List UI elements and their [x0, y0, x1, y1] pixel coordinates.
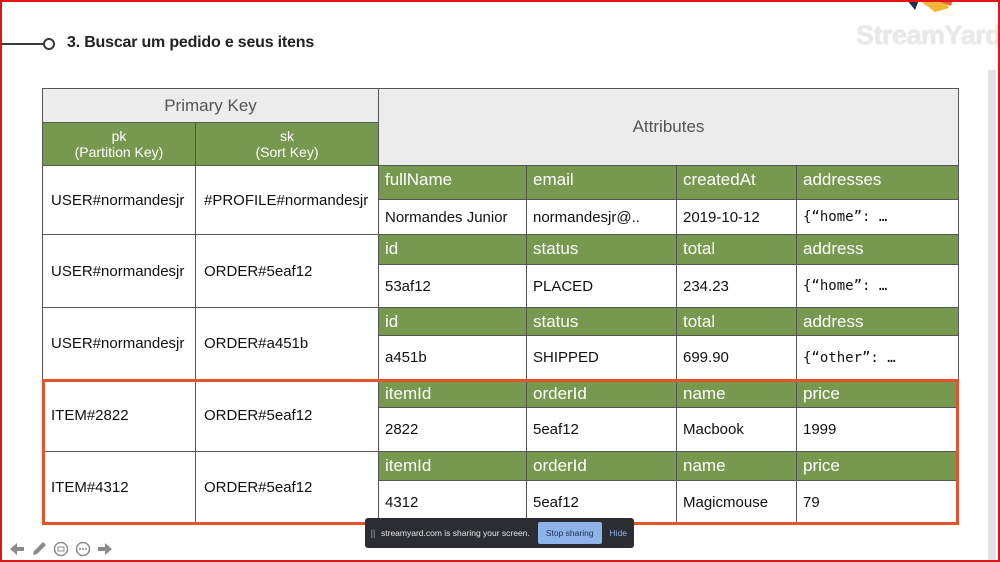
row-sk: ORDER#5eaf12 [195, 451, 379, 524]
attr-value: 1999 [796, 407, 959, 452]
attr-value: Magicmouse [676, 480, 797, 524]
attr-name: total [676, 307, 797, 336]
row-pk: ITEM#4312 [42, 451, 196, 524]
grid-icon[interactable] [52, 540, 70, 558]
screen-share-bar: || streamyard.com is sharing your screen… [365, 518, 634, 548]
attr-name: addresses [796, 165, 959, 200]
attr-value: 234.23 [676, 264, 797, 308]
attr-name: name [676, 451, 797, 481]
side-scrollbar[interactable] [988, 70, 996, 560]
dynamodb-table: Primary Key pk (Partition Key) sk (Sort … [42, 88, 959, 524]
row-sk: ORDER#5eaf12 [195, 234, 379, 308]
stop-sharing-button[interactable]: Stop sharing [537, 522, 602, 544]
attr-value: 699.90 [676, 335, 797, 380]
attr-value: 5eaf12 [526, 407, 677, 452]
attr-name: name [676, 379, 797, 408]
attr-name: price [796, 379, 959, 408]
sk-header: sk (Sort Key) [195, 122, 379, 166]
attr-value: a451b [378, 335, 527, 380]
attr-name: email [526, 165, 677, 200]
attr-name: itemId [378, 379, 527, 408]
streamyard-logo: StreamYard [856, 20, 1000, 50]
row-pk: ITEM#2822 [42, 379, 196, 452]
row-sk: ORDER#a451b [195, 307, 379, 380]
attr-value: normandesjr@.. [526, 199, 677, 235]
attr-value: Macbook [676, 407, 797, 452]
pk-header: pk (Partition Key) [42, 122, 196, 166]
slide-title: 3. Buscar um pedido e seus itens [67, 34, 315, 51]
attr-value: PLACED [526, 264, 677, 308]
attr-name: orderId [526, 451, 677, 481]
attr-name: status [526, 307, 677, 336]
row-sk: ORDER#5eaf12 [195, 379, 379, 452]
attr-name: address [796, 307, 959, 336]
attr-name: fullName [378, 165, 527, 200]
share-message: streamyard.com is sharing your screen. [381, 528, 530, 538]
hide-button[interactable]: Hide [610, 528, 627, 538]
attr-name: orderId [526, 379, 677, 408]
attr-value: {“other”: … [796, 335, 959, 380]
timeline-line [0, 43, 44, 45]
attr-value: 79 [796, 480, 959, 524]
attributes-header: Attributes [378, 88, 959, 166]
primary-key-header: Primary Key [42, 88, 379, 123]
row-pk: USER#normandesjr [42, 234, 196, 308]
attr-value: Normandes Junior [378, 199, 527, 235]
slide-toolbar [8, 540, 114, 558]
more-icon[interactable] [74, 540, 92, 558]
attr-value: {“home”: … [796, 264, 959, 308]
drag-handle-icon[interactable]: || [365, 528, 381, 538]
attr-name: itemId [378, 451, 527, 481]
attr-value: 2822 [378, 407, 527, 452]
row-pk: USER#normandesjr [42, 165, 196, 235]
attr-value: 2019-10-12 [676, 199, 797, 235]
attr-name: createdAt [676, 165, 797, 200]
row-pk: USER#normandesjr [42, 307, 196, 380]
mascot-icon [907, 0, 953, 12]
attr-name: price [796, 451, 959, 481]
attr-value: {“home”: … [796, 199, 959, 235]
attr-name: address [796, 234, 959, 265]
attr-name: status [526, 234, 677, 265]
attr-value: 53af12 [378, 264, 527, 308]
attr-name: id [378, 234, 527, 265]
attr-name: id [378, 307, 527, 336]
attr-name: total [676, 234, 797, 265]
arrow-left-icon[interactable] [8, 540, 26, 558]
pen-icon[interactable] [30, 540, 48, 558]
row-sk: #PROFILE#normandesjr [195, 165, 379, 235]
arrow-right-icon[interactable] [96, 540, 114, 558]
timeline-dot [43, 38, 55, 50]
attr-value: SHIPPED [526, 335, 677, 380]
